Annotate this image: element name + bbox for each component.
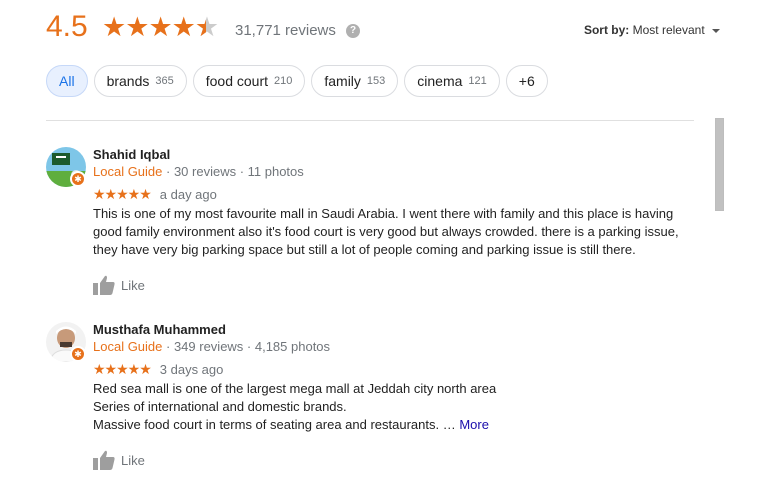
- chip-label: brands: [106, 73, 150, 89]
- chip-count: 210: [274, 75, 293, 87]
- topic-filter-chips: All brands 365 food court 210 family 153…: [46, 65, 548, 97]
- review-text: This is one of my most favourite mall in…: [93, 205, 693, 259]
- chip-brands[interactable]: brands 365: [93, 65, 187, 97]
- reviewer-meta: Local Guide · 349 reviews · 4,185 photos: [93, 339, 693, 356]
- reviewer-stats: · 349 reviews · 4,185 photos: [162, 339, 331, 354]
- chip-label: cinema: [417, 73, 463, 89]
- sort-label: Sort by:: [583, 23, 630, 37]
- like-button[interactable]: Like: [93, 450, 145, 470]
- review-text-line: good family environment also it's food c…: [93, 224, 679, 239]
- thumbs-up-icon: [93, 450, 115, 470]
- chip-more[interactable]: +6: [505, 65, 548, 97]
- review-text-tail: Massive food court in terms of seating a…: [93, 417, 460, 432]
- chip-label: +6: [518, 73, 535, 89]
- thumbs-up-icon: [93, 275, 115, 295]
- like-label: Like: [121, 452, 145, 468]
- like-button[interactable]: Like: [93, 275, 145, 295]
- chip-count: 153: [366, 75, 386, 87]
- review-date: a day ago: [159, 186, 217, 202]
- half-star-icon: ★: [195, 12, 219, 43]
- chip-label: All: [59, 73, 75, 89]
- local-guide-label: Local Guide: [93, 339, 163, 354]
- review-text-line: they have very big parking space but sti…: [93, 242, 636, 257]
- like-label: Like: [121, 277, 145, 293]
- sort-value: Most relevant: [632, 23, 705, 37]
- sort-dropdown[interactable]: Sort by: Most relevant: [584, 23, 720, 37]
- question-icon[interactable]: ?: [346, 24, 360, 38]
- review-text-line: This is one of my most favourite mall in…: [93, 206, 674, 221]
- chip-all[interactable]: All: [46, 65, 88, 97]
- review-stars: ★★★★★: [93, 360, 152, 377]
- review-item: ✱ Shahid Iqbal Local Guide · 30 reviews …: [46, 147, 696, 297]
- review-rating: ★★★★★ a day ago: [93, 183, 693, 205]
- scrollbar-thumb[interactable]: [715, 118, 724, 211]
- review-date: 3 days ago: [159, 361, 224, 377]
- rating-stars: ★★★★★: [102, 12, 219, 43]
- rating-summary: 4.5 ★★★★★ 31,771 reviews ? Sort by: Most…: [46, 8, 726, 48]
- chip-label: family: [324, 73, 361, 89]
- star-icon: ★: [171, 12, 196, 42]
- star-icon: ★: [148, 12, 172, 42]
- review-item: ✱ Musthafa Muhammed Local Guide · 349 re…: [46, 322, 696, 472]
- chip-label: food court: [205, 73, 268, 89]
- review-text-line: Series of international and domestic bra…: [93, 399, 347, 414]
- review-rating: ★★★★★ 3 days ago: [93, 358, 693, 380]
- reviewer-stats: · 30 reviews · 11 photos: [162, 164, 304, 179]
- chip-cinema[interactable]: cinema 121: [404, 65, 500, 97]
- star-icon: ★: [125, 12, 149, 42]
- local-guide-badge-icon: ✱: [70, 346, 86, 362]
- star-icon: ★: [102, 12, 126, 42]
- reviewer-name[interactable]: Musthafa Muhammed: [93, 322, 693, 339]
- local-guide-label: Local Guide: [93, 164, 163, 179]
- local-guide-badge-icon: ✱: [70, 171, 86, 187]
- chip-food-court[interactable]: food court 210: [192, 65, 306, 97]
- review-stars: ★★★★★: [93, 185, 152, 202]
- review-count: 31,771 reviews: [235, 22, 336, 39]
- reviewer-meta: Local Guide · 30 reviews · 11 photos: [93, 164, 693, 181]
- chip-count: 121: [468, 75, 487, 87]
- review-text: Red sea mall is one of the largest mega …: [93, 380, 693, 434]
- rating-value: 4.5: [46, 10, 88, 43]
- chip-family[interactable]: family 153: [311, 65, 399, 97]
- divider: [46, 120, 694, 121]
- review-text-line: Massive food court in terms of seating a…: [93, 416, 693, 434]
- review-text-line: Red sea mall is one of the largest mega …: [93, 381, 497, 396]
- chip-count: 365: [155, 75, 174, 87]
- caret-down-icon: [712, 28, 720, 33]
- reviewer-name[interactable]: Shahid Iqbal: [93, 147, 693, 164]
- more-link[interactable]: More: [459, 417, 489, 432]
